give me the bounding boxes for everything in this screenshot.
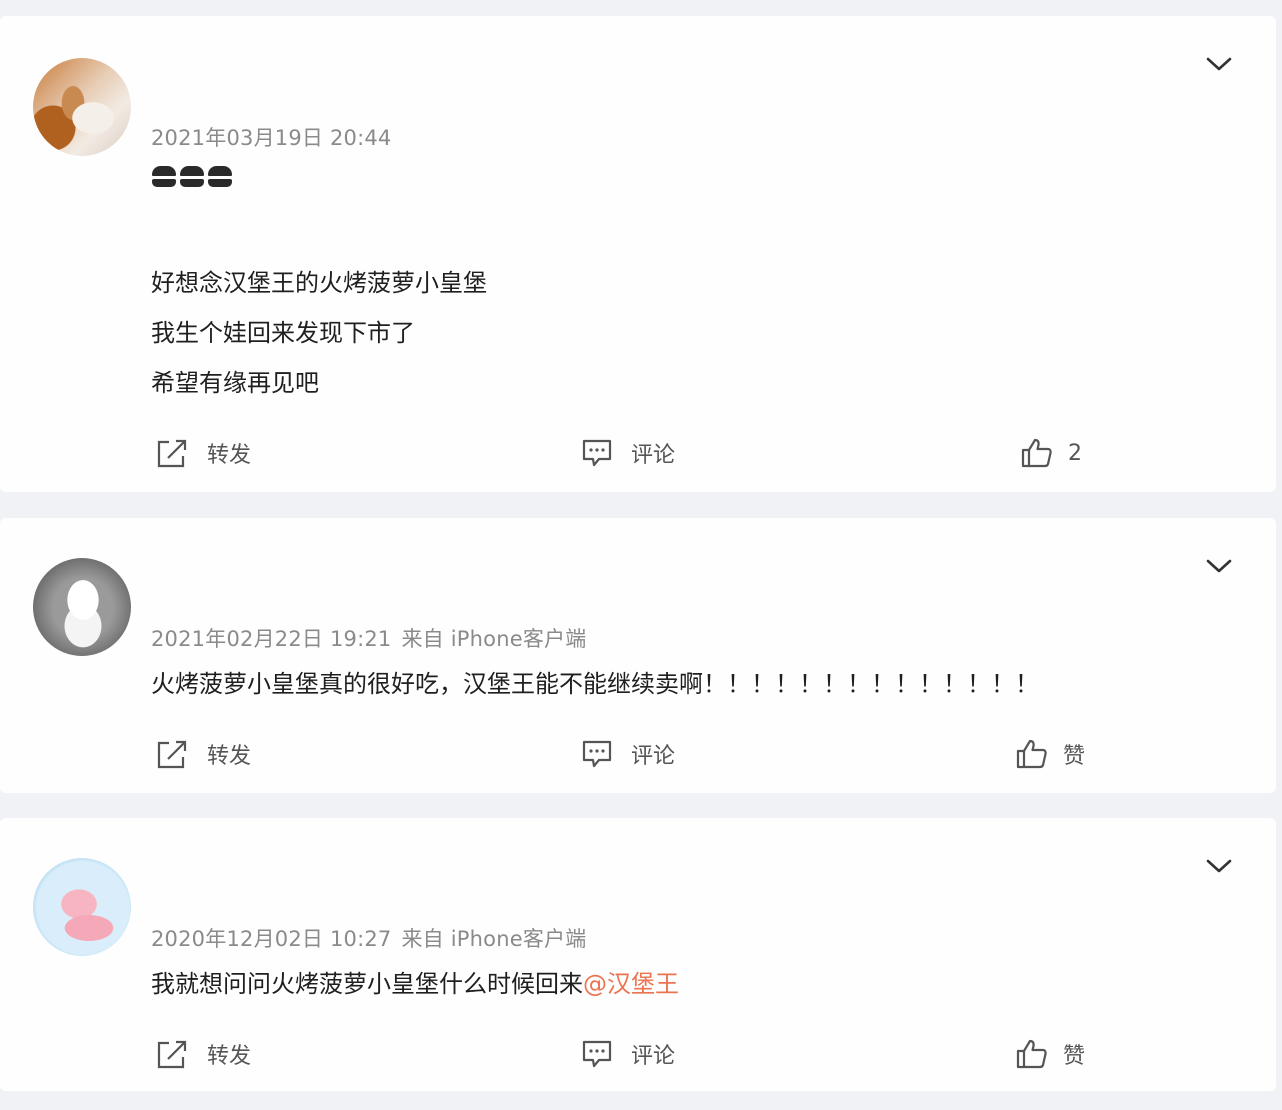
post-text-line: 希望有缘再见吧 xyxy=(151,369,319,397)
post-source: 来自 iPhone客户端 xyxy=(401,627,587,651)
timestamp[interactable]: 2020年12月02日 10:27 来自 iPhone客户端 xyxy=(151,923,586,953)
repost-label: 转发 xyxy=(207,443,252,468)
comment-icon xyxy=(582,439,612,467)
comment-feed: 2021年03月19日 20:44 好想念汉堡王的火烤菠萝小皇堡 我生个娃回来发… xyxy=(0,0,1282,1110)
comment-button[interactable]: 评论 xyxy=(581,1038,675,1070)
comment-button[interactable]: 评论 xyxy=(581,738,675,770)
hamburger-icon xyxy=(152,166,176,188)
chevron-down-icon[interactable] xyxy=(1205,558,1233,574)
share-icon xyxy=(157,1040,187,1069)
timestamp-text: 2021年03月19日 20:44 xyxy=(151,126,392,150)
comment-icon xyxy=(582,1040,612,1068)
comment-card: 2021年02月22日 19:21 来自 iPhone客户端 火烤菠萝小皇堡真的很… xyxy=(0,518,1276,793)
like-label: 赞 xyxy=(1063,1044,1086,1069)
comment-card: 2020年12月02日 10:27 来自 iPhone客户端 我就想问问火烤菠萝小… xyxy=(0,818,1276,1091)
thumbs-up-icon xyxy=(1016,739,1047,769)
comment-button[interactable]: 评论 xyxy=(581,437,675,469)
comment-icon xyxy=(582,740,612,768)
like-label: 赞 xyxy=(1063,744,1086,769)
post-text-line: 好想念汉堡王的火烤菠萝小皇堡 xyxy=(151,269,487,297)
repost-button[interactable]: 转发 xyxy=(155,738,251,770)
post-source: 来自 iPhone客户端 xyxy=(401,927,587,951)
thumbs-up-icon xyxy=(1016,1039,1047,1069)
like-button[interactable]: 赞 xyxy=(1015,1038,1085,1070)
post-text-body: 我就想问问火烤菠萝小皇堡什么时候回来 xyxy=(151,970,583,998)
repost-button[interactable]: 转发 xyxy=(155,1038,251,1070)
post-text-line: 我生个娃回来发现下市了 xyxy=(151,319,415,347)
repost-button[interactable]: 转发 xyxy=(155,437,251,469)
comment-label: 评论 xyxy=(631,1044,676,1069)
comment-card: 2021年03月19日 20:44 好想念汉堡王的火烤菠萝小皇堡 我生个娃回来发… xyxy=(0,16,1276,492)
like-button[interactable]: 2 xyxy=(1020,437,1082,469)
timestamp[interactable]: 2021年02月22日 19:21 来自 iPhone客户端 xyxy=(151,623,586,653)
avatar[interactable] xyxy=(33,58,131,156)
thumbs-up-icon xyxy=(1021,438,1052,468)
repost-label: 转发 xyxy=(207,744,252,769)
chevron-down-icon[interactable] xyxy=(1205,56,1233,72)
repost-label: 转发 xyxy=(207,1044,252,1069)
hamburger-icon xyxy=(208,166,232,188)
share-icon xyxy=(157,439,187,468)
share-icon xyxy=(157,740,187,769)
like-count: 2 xyxy=(1068,440,1082,466)
timestamp[interactable]: 2021年03月19日 20:44 xyxy=(151,122,391,152)
avatar[interactable] xyxy=(33,858,131,956)
post-text: 我就想问问火烤菠萝小皇堡什么时候回来@汉堡王 xyxy=(151,964,679,999)
timestamp-text: 2020年12月02日 10:27 xyxy=(151,927,392,951)
like-button[interactable]: 赞 xyxy=(1015,738,1085,770)
chevron-down-icon[interactable] xyxy=(1205,858,1233,874)
emoji-row xyxy=(152,166,232,188)
comment-label: 评论 xyxy=(631,443,676,468)
mention-link[interactable]: @汉堡王 xyxy=(583,970,679,998)
timestamp-text: 2021年02月22日 19:21 xyxy=(151,627,392,651)
avatar[interactable] xyxy=(33,558,131,656)
comment-label: 评论 xyxy=(631,744,676,769)
post-text: 火烤菠萝小皇堡真的很好吃，汉堡王能不能继续卖啊！！！！！！！！！！！！！！ xyxy=(151,670,1039,698)
hamburger-icon xyxy=(180,166,204,188)
